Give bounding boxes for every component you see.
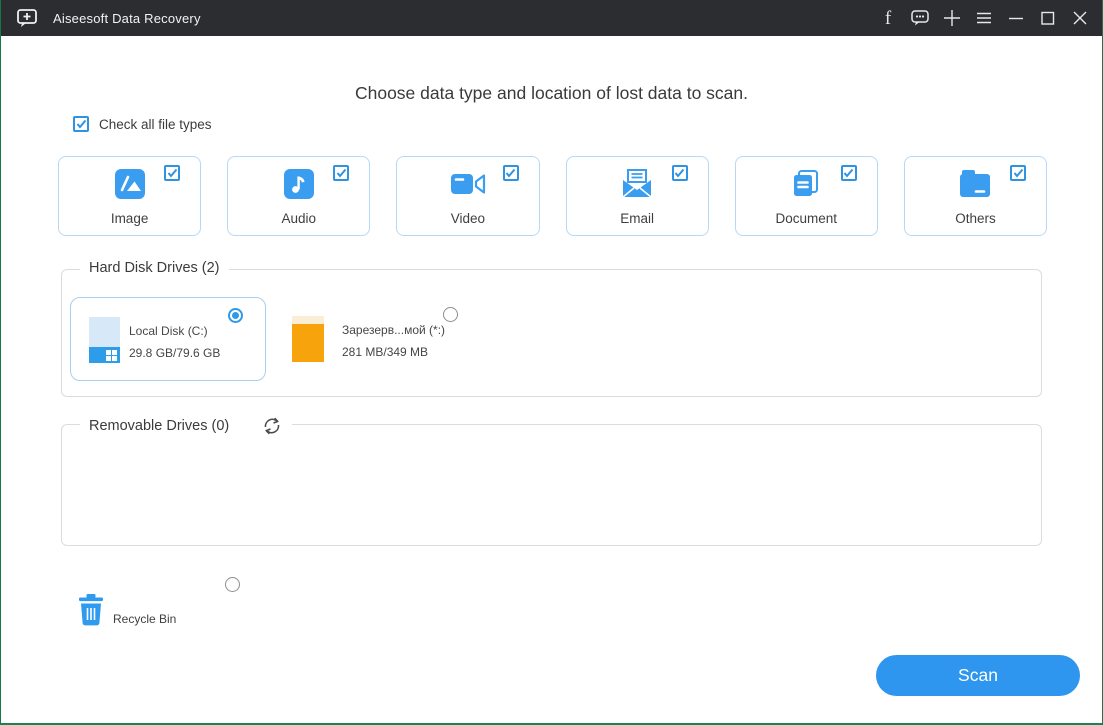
image-icon xyxy=(59,168,200,200)
others-icon xyxy=(905,168,1046,200)
file-type-label: Email xyxy=(567,211,708,226)
file-type-card-audio[interactable]: Audio xyxy=(227,156,370,236)
video-icon xyxy=(397,168,538,200)
title-bar: Aiseesoft Data Recovery f xyxy=(1,0,1102,36)
email-icon xyxy=(567,168,708,200)
check-all-file-types[interactable]: Check all file types xyxy=(73,116,212,132)
drive-local-disk-c[interactable]: Local Disk (C:) 29.8 GB/79.6 GB xyxy=(70,297,266,381)
file-type-card-email[interactable]: Email xyxy=(566,156,709,236)
file-type-label: Others xyxy=(905,211,1046,226)
drive-capacity: 281 MB/349 MB xyxy=(342,345,428,359)
maximize-icon[interactable] xyxy=(1032,0,1064,36)
close-icon[interactable] xyxy=(1064,0,1096,36)
file-type-card-video[interactable]: Video xyxy=(396,156,539,236)
check-all-checkbox[interactable] xyxy=(73,116,89,132)
file-type-label: Document xyxy=(736,211,877,226)
recycle-bin-label: Recycle Bin xyxy=(113,612,176,626)
drive-c-radio[interactable] xyxy=(228,308,243,323)
drive-reserved-radio[interactable] xyxy=(443,307,458,322)
hard-disk-drives-title: Hard Disk Drives (2) xyxy=(80,260,229,276)
file-type-card-others[interactable]: Others xyxy=(904,156,1047,236)
minimize-icon[interactable] xyxy=(1000,0,1032,36)
document-icon xyxy=(736,168,877,200)
facebook-icon[interactable]: f xyxy=(872,0,904,36)
file-type-label: Video xyxy=(397,211,538,226)
menu-icon[interactable] xyxy=(968,0,1000,36)
drive-name: Local Disk (C:) xyxy=(129,324,208,338)
windows-disk-icon xyxy=(89,317,120,368)
file-type-cards: Image Audio xyxy=(58,156,1047,236)
refresh-icon[interactable] xyxy=(261,415,283,437)
recycle-bin-radio[interactable] xyxy=(225,577,240,592)
add-icon[interactable] xyxy=(936,0,968,36)
audio-icon xyxy=(228,168,369,200)
drive-name: Зарезерв...мой (*:) xyxy=(342,323,445,337)
file-type-label: Image xyxy=(59,211,200,226)
drive-capacity: 29.8 GB/79.6 GB xyxy=(129,346,220,360)
file-type-label: Audio xyxy=(228,211,369,226)
scan-button[interactable]: Scan xyxy=(876,655,1080,696)
recycle-bin-icon xyxy=(76,594,106,631)
window-title: Aiseesoft Data Recovery xyxy=(53,11,201,26)
orange-disk-icon xyxy=(292,316,324,367)
file-type-card-image[interactable]: Image xyxy=(58,156,201,236)
removable-drives-title: Removable Drives (0) xyxy=(89,418,229,434)
app-logo-icon xyxy=(15,6,39,30)
file-type-card-document[interactable]: Document xyxy=(735,156,878,236)
feedback-bubble-icon[interactable] xyxy=(904,0,936,36)
app-window: Aiseesoft Data Recovery f xyxy=(0,0,1103,725)
removable-drives-section: Removable Drives (0) xyxy=(61,424,1042,546)
hard-disk-drives-section: Hard Disk Drives (2) Local Disk (C:) 29.… xyxy=(61,269,1042,397)
check-all-label: Check all file types xyxy=(99,117,212,132)
drive-system-reserved[interactable]: Зарезерв...мой (*:) 281 MB/349 MB xyxy=(284,297,480,381)
page-title: Choose data type and location of lost da… xyxy=(1,83,1102,104)
